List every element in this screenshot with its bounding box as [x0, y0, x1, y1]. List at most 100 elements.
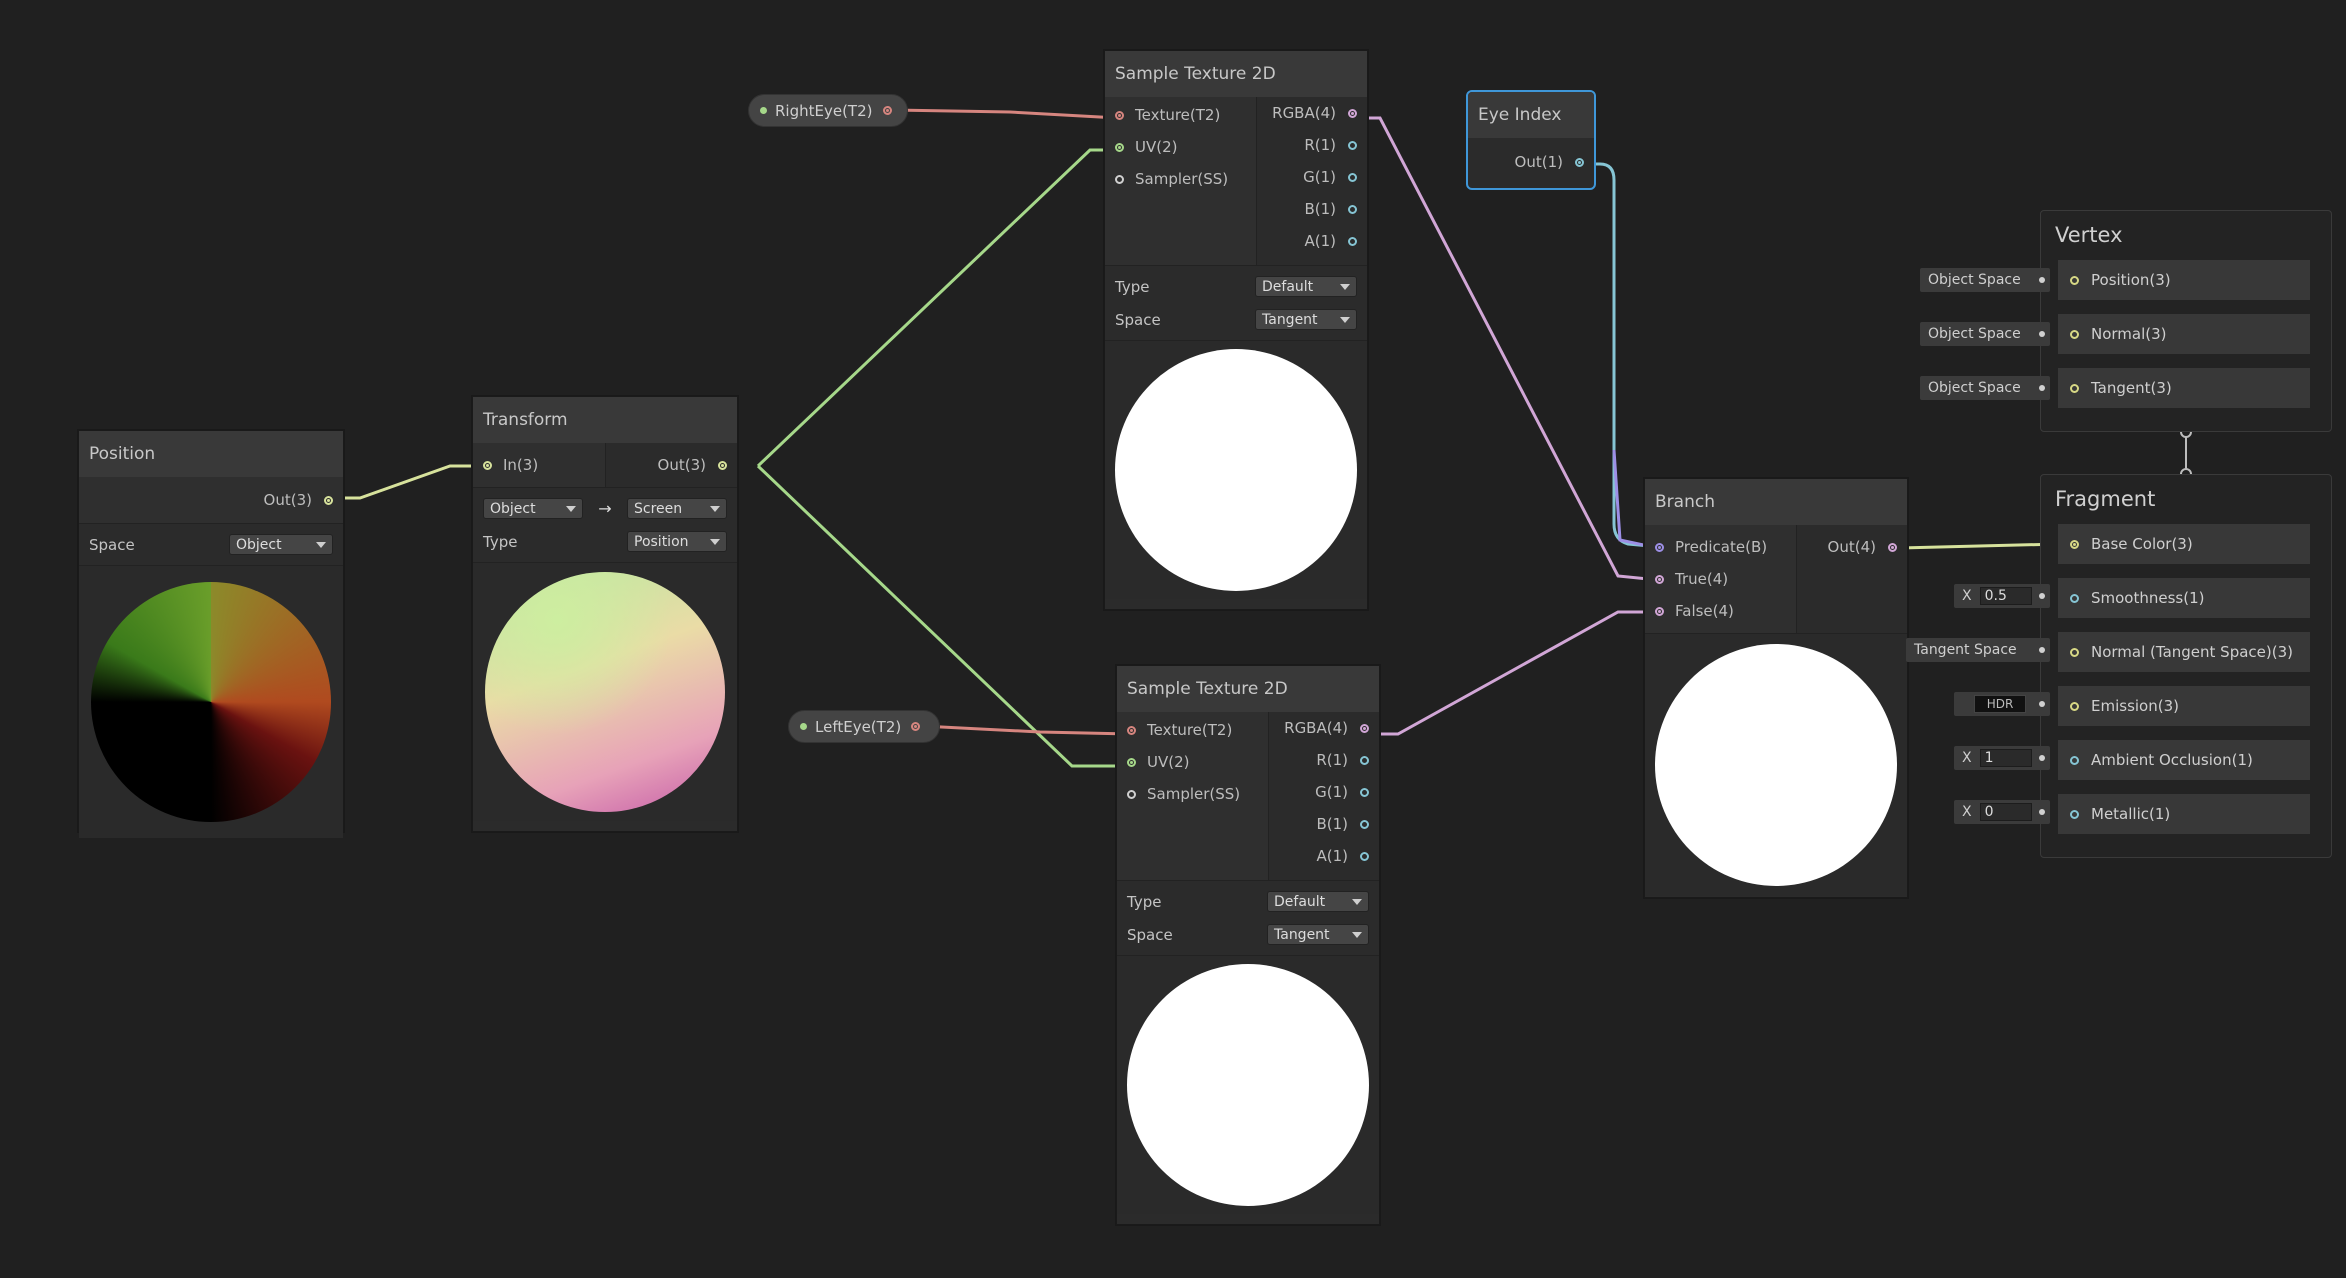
uv-input-port[interactable]: UV(2) — [1105, 131, 1256, 163]
emission-color-field[interactable]: HDR — [1954, 692, 2050, 716]
g-output-port[interactable]: G(1) — [1257, 161, 1367, 193]
transform-out-port[interactable]: Out(3) — [606, 443, 738, 487]
r-output-port[interactable]: R(1) — [1269, 744, 1379, 776]
vector2-port-icon[interactable] — [1127, 757, 1136, 767]
wire-transform-to-sample-top-uv[interactable] — [756, 148, 1118, 468]
node-title[interactable]: Sample Texture 2D — [1117, 666, 1379, 712]
transform-node[interactable]: Transform In(3) Out(3) Object → Screen T… — [472, 396, 738, 832]
vector3-port-icon[interactable] — [483, 460, 492, 470]
smoothness-value-input[interactable]: 0.5 — [1979, 587, 2032, 605]
r-output-port[interactable]: R(1) — [1257, 129, 1367, 161]
eye-index-out-port[interactable]: Out(1) — [1468, 138, 1594, 186]
float-port-icon[interactable] — [1348, 236, 1357, 246]
float-port-icon[interactable] — [1360, 851, 1369, 861]
fragment-block-ambient-occlusion[interactable]: Ambient Occlusion(1) — [2058, 740, 2310, 780]
sample-texture-top-node[interactable]: Sample Texture 2D Texture(T2) UV(2) Samp… — [1104, 50, 1368, 610]
from-space-dropdown[interactable]: Object — [483, 498, 583, 519]
ambient-occlusion-value-input[interactable]: 1 — [1979, 749, 2032, 767]
float-port-icon[interactable] — [1348, 140, 1357, 150]
sampler-port-icon[interactable] — [1115, 174, 1124, 184]
metallic-value-input[interactable]: 0 — [1979, 803, 2032, 821]
vector4-port-icon[interactable] — [1360, 723, 1369, 733]
fragment-block-metallic[interactable]: Metallic(1) — [2058, 794, 2310, 834]
eye-index-node[interactable]: Eye Index Out(1) — [1466, 90, 1596, 190]
float-port-icon[interactable] — [2070, 593, 2079, 603]
vertex-block-position[interactable]: Position(3) — [2058, 260, 2310, 300]
float-port-icon[interactable] — [1348, 204, 1357, 214]
float-port-icon[interactable] — [1575, 157, 1584, 167]
vector4-port-icon[interactable] — [1655, 574, 1664, 584]
node-title[interactable]: Position — [79, 431, 343, 477]
vertex-block-tangent[interactable]: Tangent(3) — [2058, 368, 2310, 408]
vector3-port-icon[interactable] — [2070, 647, 2079, 657]
metallic-field[interactable]: X 0 — [1954, 800, 2050, 824]
wire-sample-bottom-to-branch-false[interactable] — [1365, 610, 1658, 736]
vector4-port-icon[interactable] — [1348, 108, 1357, 118]
b-output-port[interactable]: B(1) — [1257, 193, 1367, 225]
normal-space-field[interactable]: Object Space — [1920, 322, 2050, 346]
sampler-port-icon[interactable] — [1127, 789, 1136, 799]
node-title[interactable]: Sample Texture 2D — [1105, 51, 1367, 97]
space-dropdown[interactable]: Object — [229, 534, 333, 555]
a-output-port[interactable]: A(1) — [1257, 225, 1367, 257]
wire-lefteye-to-texture[interactable] — [921, 724, 1131, 736]
texture-input-port[interactable]: Texture(T2) — [1105, 99, 1256, 131]
space-dropdown[interactable]: Tangent — [1267, 924, 1369, 945]
branch-out-port[interactable]: Out(4) — [1797, 531, 1907, 563]
tangent-space-field[interactable]: Object Space — [1920, 376, 2050, 400]
float-port-icon[interactable] — [1360, 819, 1369, 829]
texture-port-icon[interactable] — [911, 722, 921, 731]
type-dropdown[interactable]: Default — [1255, 276, 1357, 297]
wire-eyeindex-to-branch-predicate[interactable] — [1580, 162, 1651, 548]
rgba-output-port[interactable]: RGBA(4) — [1269, 712, 1379, 744]
smoothness-field[interactable]: X 0.5 — [1954, 584, 2050, 608]
vector3-port-icon[interactable] — [2070, 539, 2079, 549]
sampler-input-port[interactable]: Sampler(SS) — [1117, 778, 1268, 810]
position-out-port[interactable]: Out(3) — [264, 477, 343, 523]
vertex-block-normal[interactable]: Normal(3) — [2058, 314, 2310, 354]
a-output-port[interactable]: A(1) — [1269, 840, 1379, 872]
float-port-icon[interactable] — [1360, 787, 1369, 797]
rgba-output-port[interactable]: RGBA(4) — [1257, 97, 1367, 129]
texture-port-icon[interactable] — [1127, 725, 1136, 735]
predicate-input-port[interactable]: Predicate(B) — [1645, 531, 1796, 563]
wire-righteye-to-texture[interactable] — [892, 108, 1119, 120]
vector3-port-icon[interactable] — [2070, 329, 2079, 339]
branch-node[interactable]: Branch Predicate(B) True(4) False(4) Out… — [1644, 478, 1908, 898]
fragment-block-emission[interactable]: Emission(3) — [2058, 686, 2310, 726]
wire-branch-to-basecolor[interactable] — [1897, 542, 2061, 550]
position-node[interactable]: Position Out(3) Space Object — [78, 430, 344, 838]
texture-port-icon[interactable] — [1115, 110, 1124, 120]
vector3-port-icon[interactable] — [2070, 275, 2079, 285]
vector3-port-icon[interactable] — [2070, 701, 2079, 711]
position-space-field[interactable]: Object Space — [1920, 268, 2050, 292]
wire-position-to-transform[interactable] — [336, 464, 476, 500]
vector3-port-icon[interactable] — [324, 495, 333, 505]
float-port-icon[interactable] — [1348, 172, 1357, 182]
false-input-port[interactable]: False(4) — [1645, 595, 1796, 627]
type-dropdown[interactable]: Default — [1267, 891, 1369, 912]
righteye-property[interactable]: RightEye(T2) — [748, 94, 908, 127]
fragment-block-smoothness[interactable]: Smoothness(1) — [2058, 578, 2310, 618]
normal-space-field[interactable]: Tangent Space — [1906, 638, 2050, 662]
vector4-port-icon[interactable] — [1888, 542, 1897, 552]
true-input-port[interactable]: True(4) — [1645, 563, 1796, 595]
lefteye-property[interactable]: LeftEye(T2) — [788, 710, 940, 743]
vector3-port-icon[interactable] — [2070, 383, 2079, 393]
node-title[interactable]: Branch — [1645, 479, 1907, 525]
fragment-block-base-color[interactable]: Base Color(3) — [2058, 524, 2310, 564]
space-dropdown[interactable]: Tangent — [1255, 309, 1357, 330]
node-title[interactable]: Transform — [473, 397, 737, 443]
sample-texture-bottom-node[interactable]: Sample Texture 2D Texture(T2) UV(2) Samp… — [1116, 665, 1380, 1225]
fragment-block-normal[interactable]: Normal (Tangent Space)(3) — [2058, 632, 2310, 672]
ambient-occlusion-field[interactable]: X 1 — [1954, 746, 2050, 770]
vector2-port-icon[interactable] — [1115, 142, 1124, 152]
sampler-input-port[interactable]: Sampler(SS) — [1105, 163, 1256, 195]
b-output-port[interactable]: B(1) — [1269, 808, 1379, 840]
float-port-icon[interactable] — [2070, 755, 2079, 765]
type-dropdown[interactable]: Position — [627, 531, 727, 552]
float-port-icon[interactable] — [1360, 755, 1369, 765]
transform-in-port[interactable]: In(3) — [473, 443, 605, 487]
texture-port-icon[interactable] — [882, 106, 892, 115]
vector3-port-icon[interactable] — [718, 460, 727, 470]
